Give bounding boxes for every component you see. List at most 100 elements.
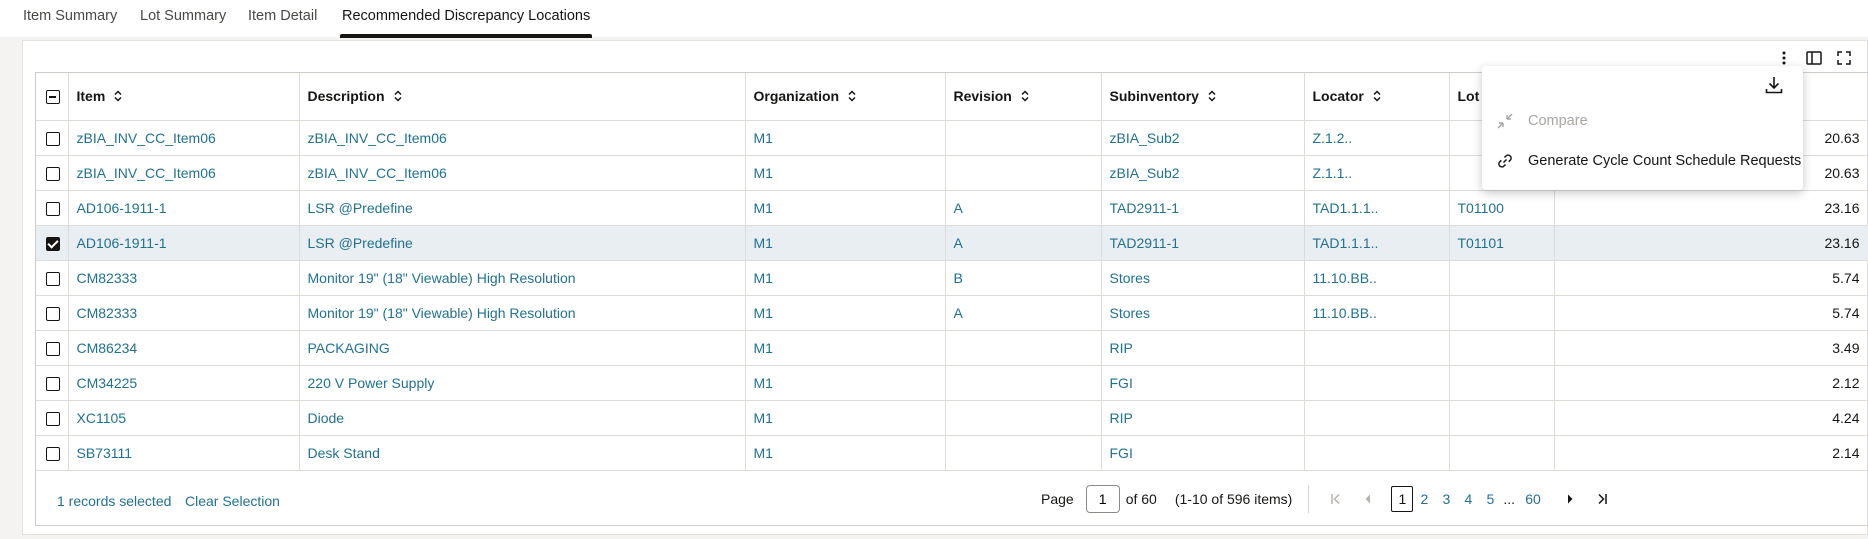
row-checkbox[interactable] xyxy=(46,201,60,216)
cell-organization[interactable]: M1 xyxy=(745,295,946,331)
table-row[interactable]: AD106-1911-1 LSR @Predefine M1 A TAD2911-1 TA… xyxy=(36,225,1868,261)
cell-organization[interactable]: M1 xyxy=(745,260,946,296)
row-checkbox[interactable] xyxy=(46,341,60,356)
row-checkbox[interactable] xyxy=(46,271,60,286)
cell-item[interactable]: SB73111 xyxy=(68,435,300,471)
table-row[interactable]: SB73111 Desk Stand M1 FGI 2.14 xyxy=(36,435,1868,471)
row-checkbox[interactable] xyxy=(46,131,60,146)
cell-item[interactable]: CM82333 xyxy=(68,260,300,296)
cell-description[interactable]: 220 V Power Supply xyxy=(299,365,746,401)
cell-description[interactable]: Desk Stand xyxy=(299,435,746,471)
column-header-item[interactable]: Item xyxy=(68,73,300,121)
last-page-number[interactable]: 60 xyxy=(1521,486,1545,512)
row-checkbox[interactable] xyxy=(46,411,60,426)
cell-revision[interactable] xyxy=(945,365,1102,401)
sort-icon[interactable] xyxy=(1207,89,1217,105)
cell-lot[interactable] xyxy=(1449,330,1555,366)
panel-layout-icon[interactable] xyxy=(1805,49,1823,67)
cell-subinventory[interactable]: FGI xyxy=(1101,365,1305,401)
cell-organization[interactable]: M1 xyxy=(745,120,946,156)
table-row[interactable]: CM34225 220 V Power Supply M1 FGI 2.12 xyxy=(36,365,1868,401)
page-number[interactable]: 5 xyxy=(1479,486,1501,512)
cell-subinventory[interactable]: zBIA_Sub2 xyxy=(1101,155,1305,191)
sort-icon[interactable] xyxy=(113,89,123,105)
column-header-organization[interactable]: Organization xyxy=(745,73,946,121)
cell-description[interactable]: LSR @Predefine xyxy=(299,190,746,226)
last-page-icon[interactable] xyxy=(1591,485,1613,513)
cell-item[interactable]: CM34225 xyxy=(68,365,300,401)
cell-item[interactable]: CM82333 xyxy=(68,295,300,331)
cell-locator[interactable]: TAD1.1.1.. xyxy=(1304,225,1450,261)
page-number[interactable]: 4 xyxy=(1457,486,1479,512)
tab-recommended-discrepancy-locations[interactable]: Recommended Discrepancy Locations xyxy=(339,8,593,38)
more-actions-icon[interactable] xyxy=(1775,49,1793,67)
next-page-icon[interactable] xyxy=(1559,485,1581,513)
cell-item[interactable]: CM86234 xyxy=(68,330,300,366)
cell-organization[interactable]: M1 xyxy=(745,365,946,401)
page-number[interactable]: 1 xyxy=(1391,486,1414,512)
tab-item-detail[interactable]: Item Detail xyxy=(248,8,317,37)
page-number-input[interactable] xyxy=(1085,485,1120,513)
cell-revision[interactable]: A xyxy=(945,225,1102,261)
cell-item[interactable]: AD106-1911-1 xyxy=(68,225,300,261)
page-number[interactable]: 2 xyxy=(1413,486,1435,512)
cell-lot[interactable]: T01100 xyxy=(1449,190,1555,226)
cell-subinventory[interactable]: Stores xyxy=(1101,295,1305,331)
cell-subinventory[interactable]: TAD2911-1 xyxy=(1101,225,1305,261)
page-number[interactable]: 3 xyxy=(1435,486,1457,512)
previous-page-icon[interactable] xyxy=(1357,485,1379,513)
sort-icon[interactable] xyxy=(847,89,857,105)
cell-lot[interactable]: T01101 xyxy=(1449,225,1555,261)
cell-locator[interactable]: TAD1.1.1.. xyxy=(1304,190,1450,226)
column-header-subinventory[interactable]: Subinventory xyxy=(1101,73,1305,121)
fullscreen-icon[interactable] xyxy=(1835,49,1853,67)
cell-revision[interactable]: A xyxy=(945,295,1102,331)
cell-locator[interactable] xyxy=(1304,365,1450,401)
cell-item[interactable]: XC1105 xyxy=(68,400,300,436)
cell-revision[interactable] xyxy=(945,120,1102,156)
cell-revision[interactable] xyxy=(945,435,1102,471)
sort-icon[interactable] xyxy=(1020,89,1030,105)
cell-subinventory[interactable]: zBIA_Sub2 xyxy=(1101,120,1305,156)
select-all-checkbox[interactable] xyxy=(46,90,60,105)
cell-organization[interactable]: M1 xyxy=(745,190,946,226)
cell-organization[interactable]: M1 xyxy=(745,435,946,471)
download-icon[interactable] xyxy=(1763,74,1785,96)
row-checkbox[interactable] xyxy=(46,446,60,461)
cell-subinventory[interactable]: RIP xyxy=(1101,400,1305,436)
row-checkbox[interactable] xyxy=(46,236,60,251)
cell-subinventory[interactable]: TAD2911-1 xyxy=(1101,190,1305,226)
cell-lot[interactable] xyxy=(1449,295,1555,331)
cell-revision[interactable]: B xyxy=(945,260,1102,296)
cell-revision[interactable] xyxy=(945,155,1102,191)
cell-revision[interactable] xyxy=(945,330,1102,366)
clear-selection-link[interactable]: Clear Selection xyxy=(185,493,280,509)
table-row[interactable]: CM82333 Monitor 19" (18" Viewable) High R… xyxy=(36,260,1868,296)
table-row[interactable]: CM82333 Monitor 19" (18" Viewable) High R… xyxy=(36,295,1868,331)
table-row[interactable]: AD106-1911-1 LSR @Predefine M1 A TAD2911-1 TA… xyxy=(36,190,1868,226)
cell-subinventory[interactable]: Stores xyxy=(1101,260,1305,296)
cell-description[interactable]: PACKAGING xyxy=(299,330,746,366)
cell-subinventory[interactable]: RIP xyxy=(1101,330,1305,366)
generate-cycle-count-menu-item[interactable]: Generate Cycle Count Schedule Requests xyxy=(1496,144,1801,178)
cell-description[interactable]: zBIA_INV_CC_Item06 xyxy=(299,155,746,191)
cell-subinventory[interactable]: FGI xyxy=(1101,435,1305,471)
row-checkbox[interactable] xyxy=(46,166,60,181)
column-header-description[interactable]: Description xyxy=(299,73,746,121)
table-row[interactable]: CM86234 PACKAGING M1 RIP 3.49 xyxy=(36,330,1868,366)
cell-lot[interactable] xyxy=(1449,435,1555,471)
cell-description[interactable]: Diode xyxy=(299,400,746,436)
cell-organization[interactable]: M1 xyxy=(745,400,946,436)
cell-locator[interactable] xyxy=(1304,435,1450,471)
cell-item[interactable]: AD106-1911-1 xyxy=(68,190,300,226)
cell-description[interactable]: Monitor 19" (18" Viewable) High Resoluti… xyxy=(299,260,746,296)
sort-icon[interactable] xyxy=(1372,89,1382,105)
cell-locator[interactable]: Z.1.1.. xyxy=(1304,155,1450,191)
cell-lot[interactable] xyxy=(1449,400,1555,436)
cell-organization[interactable]: M1 xyxy=(745,330,946,366)
sort-icon[interactable] xyxy=(393,89,403,105)
tab-item-summary[interactable]: Item Summary xyxy=(23,8,117,37)
cell-lot[interactable] xyxy=(1449,260,1555,296)
cell-locator[interactable] xyxy=(1304,330,1450,366)
table-row[interactable]: XC1105 Diode M1 RIP 4.24 xyxy=(36,400,1868,436)
